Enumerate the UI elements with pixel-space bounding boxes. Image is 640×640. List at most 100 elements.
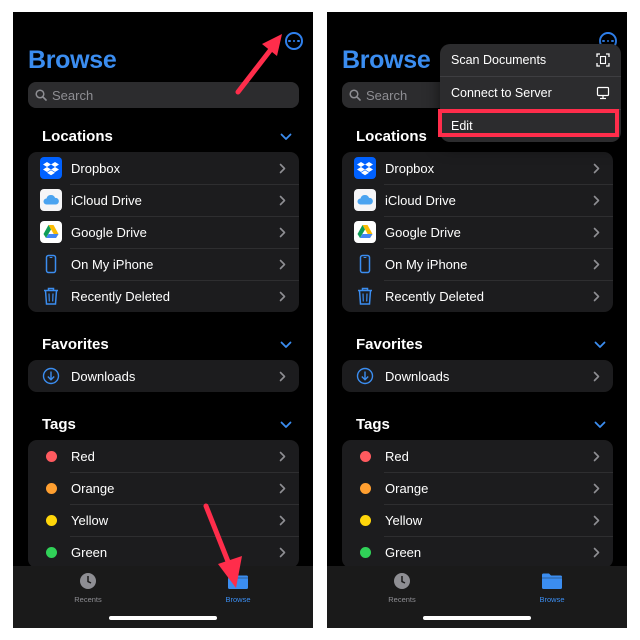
tags-list: Red Orange Yellow Green (28, 440, 299, 568)
section-title: Locations (356, 128, 427, 145)
location-item-google-drive[interactable]: Google Drive (342, 216, 613, 248)
chevron-right-icon (593, 163, 600, 173)
icloud-icon (40, 189, 62, 211)
item-label: On My iPhone (385, 256, 468, 272)
tag-item-red[interactable]: Red (28, 440, 299, 472)
section-title: Locations (42, 128, 113, 145)
item-label: iCloud Drive (385, 192, 456, 208)
tab-recents[interactable]: Recents (58, 572, 118, 604)
location-item-dropbox[interactable]: Dropbox (342, 152, 613, 184)
tag-item-yellow[interactable]: Yellow (342, 504, 613, 536)
item-label: Red (71, 448, 95, 464)
folder-icon (228, 573, 248, 589)
chevron-right-icon (279, 515, 286, 525)
favorites-header[interactable]: Favorites (356, 336, 606, 353)
locations-header[interactable]: Locations (42, 128, 292, 145)
green-tag-dot (45, 546, 57, 558)
tags-header[interactable]: Tags (356, 416, 606, 433)
chevron-right-icon (593, 547, 600, 557)
item-label: Orange (71, 480, 115, 496)
search-placeholder: Search (52, 87, 94, 103)
red-tag-dot (359, 450, 371, 462)
item-label: Recently Deleted (71, 288, 170, 304)
chevron-down-icon (280, 421, 292, 428)
location-item-recently-deleted[interactable]: Recently Deleted (342, 280, 613, 312)
chevron-right-icon (279, 291, 286, 301)
tab-recents[interactable]: Recents (372, 572, 432, 604)
item-label: Dropbox (385, 160, 435, 176)
trash-icon (354, 285, 376, 307)
item-label: Google Drive (71, 224, 147, 240)
tab-label: Recents (74, 595, 102, 604)
tag-item-yellow[interactable]: Yellow (28, 504, 299, 536)
location-item-icloud[interactable]: iCloud Drive (342, 184, 613, 216)
tag-item-green[interactable]: Green (28, 536, 299, 568)
tag-item-orange[interactable]: Orange (342, 472, 613, 504)
location-item-on-my-iphone[interactable]: On My iPhone (28, 248, 299, 280)
favorite-item-downloads[interactable]: Downloads (342, 360, 613, 392)
menu-item-connect-to-server[interactable]: Connect to Server (440, 76, 621, 109)
red-tag-dot (45, 450, 57, 462)
location-item-dropbox[interactable]: Dropbox (28, 152, 299, 184)
tab-browse[interactable]: Browse (522, 572, 582, 604)
location-item-on-my-iphone[interactable]: On My iPhone (342, 248, 613, 280)
yellow-tag-dot (45, 514, 57, 526)
tab-label: Recents (388, 595, 416, 604)
page-title: Browse (28, 46, 117, 74)
section-title: Favorites (356, 336, 423, 353)
tags-header[interactable]: Tags (42, 416, 292, 433)
item-label: On My iPhone (71, 256, 154, 272)
chevron-right-icon (279, 547, 286, 557)
favorite-item-downloads[interactable]: Downloads (28, 360, 299, 392)
page-title: Browse (342, 46, 431, 74)
home-indicator (423, 616, 531, 620)
item-label: Green (71, 544, 108, 560)
item-label: Green (385, 544, 422, 560)
item-label: Dropbox (71, 160, 121, 176)
tab-label: Browse (539, 595, 565, 604)
item-label: Orange (385, 480, 429, 496)
dropbox-icon (354, 157, 376, 179)
dropbox-icon (40, 157, 62, 179)
clock-icon (394, 573, 410, 589)
clock-icon (80, 573, 96, 589)
dot-icon (606, 39, 610, 43)
green-tag-dot (359, 546, 371, 558)
favorites-list: Downloads (342, 360, 613, 392)
google-drive-icon (354, 221, 376, 243)
tag-item-green[interactable]: Green (342, 536, 613, 568)
scan-document-icon (596, 53, 610, 67)
dot-icon (292, 39, 296, 43)
downloads-icon (354, 365, 376, 387)
favorites-list: Downloads (28, 360, 299, 392)
location-item-icloud[interactable]: iCloud Drive (28, 184, 299, 216)
more-options-button[interactable] (285, 32, 303, 50)
section-title: Tags (42, 416, 76, 433)
menu-item-edit[interactable]: Edit (440, 109, 621, 142)
location-item-recently-deleted[interactable]: Recently Deleted (28, 280, 299, 312)
menu-item-label: Connect to Server (451, 86, 552, 100)
dot-icon (288, 39, 291, 43)
chevron-right-icon (279, 259, 286, 269)
tag-item-orange[interactable]: Orange (28, 472, 299, 504)
tab-label: Browse (225, 595, 251, 604)
locations-list: Dropbox iCloud Drive Google Drive On My … (342, 152, 613, 312)
iphone-icon (354, 253, 376, 275)
chevron-down-icon (280, 341, 292, 348)
orange-tag-dot (45, 482, 57, 494)
menu-item-scan-documents[interactable]: Scan Documents (440, 44, 621, 76)
item-label: iCloud Drive (71, 192, 142, 208)
tag-item-red[interactable]: Red (342, 440, 613, 472)
section-title: Favorites (42, 336, 109, 353)
chevron-right-icon (593, 451, 600, 461)
location-item-google-drive[interactable]: Google Drive (28, 216, 299, 248)
yellow-tag-dot (359, 514, 371, 526)
search-icon (35, 89, 47, 101)
more-options-menu: Scan Documents Connect to Server Edit (438, 44, 621, 142)
search-input[interactable]: Search (28, 82, 299, 108)
tab-browse[interactable]: Browse (208, 572, 268, 604)
favorites-header[interactable]: Favorites (42, 336, 292, 353)
item-label: Recently Deleted (385, 288, 484, 304)
menu-item-label: Scan Documents (451, 53, 547, 67)
section-title: Tags (356, 416, 390, 433)
